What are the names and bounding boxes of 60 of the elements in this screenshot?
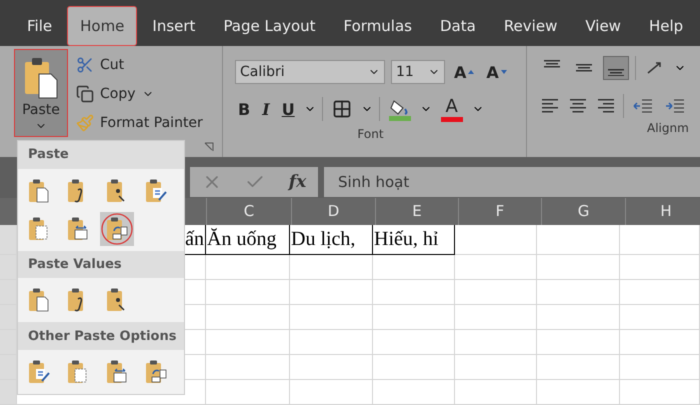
formula-field[interactable]: Sinh hoạt [324,167,700,198]
ribbon-tab[interactable]: Insert [139,6,208,46]
lines-icon [608,68,624,76]
lines-icon [570,99,586,113]
paintbrush-icon [76,114,94,132]
horizontal-align-button[interactable] [595,97,617,115]
dialog-launcher-icon[interactable] [204,142,214,152]
borders-icon [332,99,352,119]
ribbon-tab[interactable]: Home [67,6,138,46]
table-cell: Ăn uống [206,225,290,255]
clipboard-icon [144,178,168,204]
insert-function-button[interactable]: fx [288,172,306,192]
group-label: Alignm [647,121,689,135]
caret-down-icon [500,69,507,75]
clipboard-icon [66,216,90,242]
menu-heading: Paste [18,141,184,169]
scissors-icon [76,56,94,74]
table-cell: Du lịch, [290,225,373,255]
clipboard-icon [27,287,51,314]
clipboard-icon [27,178,51,204]
lines-icon [544,60,560,68]
font-style-button[interactable]: I [259,98,273,120]
copy-icon [76,84,94,102]
clipboard-action[interactable]: Format Painter [74,110,205,135]
lines-icon [598,99,614,113]
font-color-button[interactable]: A [438,94,466,124]
clipboard-icon [105,359,129,386]
font-name-field[interactable]: Calibri [235,60,385,84]
clipboard-icon [23,56,59,100]
ribbon-tab[interactable]: Page Layout [210,6,329,46]
grow-font-button[interactable]: A [451,60,478,84]
lines-icon [576,64,592,72]
lines-icon [542,99,558,113]
ribbon-tab[interactable]: View [572,6,634,46]
ribbon-tab[interactable]: Review [490,6,570,46]
indent-icon [633,97,653,115]
color-bar-icon [440,117,463,122]
ribbon-tab[interactable]: Data [426,6,489,46]
paste-option[interactable] [100,212,134,246]
caret-up-icon [468,69,474,75]
clipboard-icon [27,359,51,386]
indent-icon [665,97,685,115]
vertical-align-button[interactable] [603,56,629,80]
table-cell: Hiếu, hỉ [373,225,455,255]
ribbon-tab[interactable]: Help [636,6,696,46]
horizontal-align-button[interactable] [539,97,561,115]
group-label: Font [357,127,384,141]
horizontal-align-button[interactable] [567,97,589,115]
font-style-button[interactable]: B [235,98,254,120]
clipboard-action[interactable]: Cut [74,52,205,77]
clipboard-icon [144,359,168,386]
paste-button[interactable]: Paste [14,49,68,137]
ribbon-tab[interactable]: Formulas [330,6,425,46]
menu-heading: Paste Values [18,250,184,278]
font-size-field[interactable]: 11 [391,60,445,84]
clipboard-action[interactable]: Copy [74,81,205,106]
menu-heading: Other Paste Options [18,322,184,350]
font-style-button[interactable]: U [278,98,298,120]
ribbon-tab[interactable]: File [14,6,66,46]
shrink-font-button[interactable]: A [483,60,510,84]
